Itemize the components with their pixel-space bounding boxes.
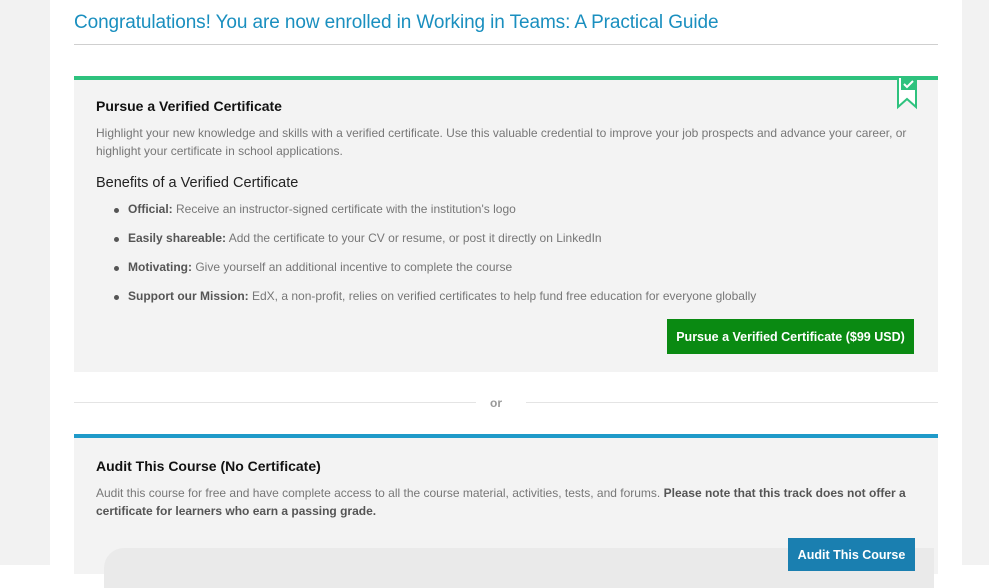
audit-description-text: Audit this course for free and have comp… xyxy=(96,486,664,500)
audit-description: Audit this course for free and have comp… xyxy=(96,484,916,520)
benefit-text: EdX, a non-profit, relies on verified ce… xyxy=(248,289,757,303)
verified-certificate-card: Pursue a Verified Certificate Highlight … xyxy=(74,76,938,372)
bullet-icon xyxy=(114,208,119,213)
benefit-text: Give yourself an additional incentive to… xyxy=(192,260,513,274)
verified-title: Pursue a Verified Certificate xyxy=(96,98,282,114)
benefit-title: Easily shareable: xyxy=(128,231,227,245)
right-gutter xyxy=(962,0,989,565)
or-divider-line-right xyxy=(526,402,938,403)
pursue-verified-certificate-button[interactable]: Pursue a Verified Certificate ($99 USD) xyxy=(667,319,914,354)
benefits-heading: Benefits of a Verified Certificate xyxy=(96,175,299,191)
benefit-text: Add the certificate to your CV or resume… xyxy=(226,231,602,245)
benefit-item-motivating: Motivating: Give yourself an additional … xyxy=(108,260,756,289)
benefit-title: Official: xyxy=(128,202,173,216)
audit-course-card: Audit This Course (No Certificate) Audit… xyxy=(74,434,938,588)
bullet-icon xyxy=(114,295,119,300)
page-title: Congratulations! You are now enrolled in… xyxy=(74,12,719,33)
left-gutter xyxy=(0,0,50,565)
or-divider-label: or xyxy=(490,396,502,410)
enrollment-page: Congratulations! You are now enrolled in… xyxy=(50,0,962,588)
bullet-icon xyxy=(114,266,119,271)
benefit-title: Motivating: xyxy=(128,260,192,274)
verified-description: Highlight your new knowledge and skills … xyxy=(96,126,907,158)
or-divider-line-left xyxy=(74,402,476,403)
benefit-item-official: Official: Receive an instructor-signed c… xyxy=(108,202,756,231)
benefit-item-shareable: Easily shareable: Add the certificate to… xyxy=(108,231,756,260)
audit-title: Audit This Course (No Certificate) xyxy=(96,458,321,474)
audit-course-button[interactable]: Audit This Course xyxy=(788,538,915,571)
title-divider xyxy=(74,44,938,45)
benefits-list: Official: Receive an instructor-signed c… xyxy=(108,202,756,318)
benefit-title: Support our Mission: xyxy=(128,289,249,303)
verified-bookmark-icon xyxy=(897,76,917,110)
benefit-item-mission: Support our Mission: EdX, a non-profit, … xyxy=(108,289,756,318)
bullet-icon xyxy=(114,237,119,242)
benefit-text: Receive an instructor-signed certificate… xyxy=(172,202,516,216)
